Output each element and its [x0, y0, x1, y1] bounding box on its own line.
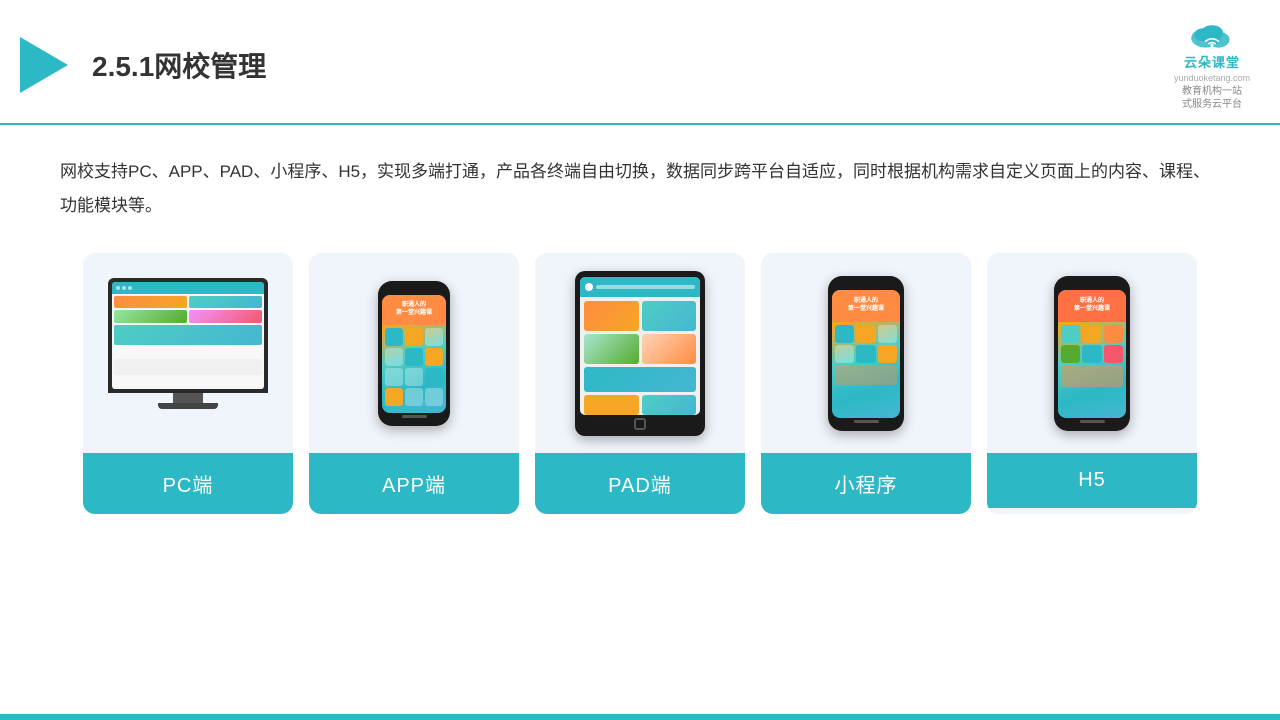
card-h5: 职通人的第一堂兴趣课	[987, 253, 1197, 514]
card-h5-label: H5	[987, 453, 1197, 508]
card-miniprogram: 职通人的第一堂兴趣课	[761, 253, 971, 514]
card-pad-label: PAD端	[535, 453, 745, 514]
card-h5-image: 职通人的第一堂兴趣课	[987, 253, 1197, 453]
main-content: 网校支持PC、APP、PAD、小程序、H5，实现多端打通，产品各终端自由切换，数…	[0, 125, 1280, 534]
card-pad: PAD端	[535, 253, 745, 514]
phone-mockup-mini: 职通人的第一堂兴趣课	[828, 276, 904, 431]
card-miniprogram-label: 小程序	[761, 453, 971, 514]
card-pc-label: PC端	[83, 453, 293, 514]
bottom-bar	[0, 714, 1280, 720]
card-app: 职通人的第一堂兴趣课	[309, 253, 519, 514]
brand-url: yunduoketang.com	[1174, 73, 1250, 83]
card-miniprogram-image: 职通人的第一堂兴趣课	[761, 253, 971, 453]
brand-logo: 云朵课堂 yunduoketang.com 教育机构一站 式服务云平台	[1174, 18, 1250, 111]
header-left: 2.5.1网校管理	[20, 37, 266, 93]
brand-icon	[1188, 18, 1236, 50]
header: 2.5.1网校管理 云朵课堂 yunduoketang.com 教育机构一站 式…	[0, 0, 1280, 125]
phone-mockup-app: 职通人的第一堂兴趣课	[378, 281, 450, 426]
page-title: 2.5.1网校管理	[92, 45, 266, 85]
phone-mockup-h5: 职通人的第一堂兴趣课	[1054, 276, 1130, 431]
cards-row: PC端 职通人的第一堂兴趣课	[60, 253, 1220, 514]
description-text: 网校支持PC、APP、PAD、小程序、H5，实现多端打通，产品各终端自由切换，数…	[60, 155, 1220, 223]
pc-mockup	[103, 278, 273, 428]
tablet-mockup	[575, 271, 705, 436]
brand-name: 云朵课堂	[1184, 52, 1240, 71]
card-pc-image	[83, 253, 293, 453]
cloud-icon	[1188, 18, 1236, 50]
card-pad-image	[535, 253, 745, 453]
card-app-label: APP端	[309, 453, 519, 514]
brand-tagline: 教育机构一站 式服务云平台	[1182, 85, 1242, 111]
card-pc: PC端	[83, 253, 293, 514]
card-app-image: 职通人的第一堂兴趣课	[309, 253, 519, 453]
logo-triangle-icon	[20, 37, 68, 93]
